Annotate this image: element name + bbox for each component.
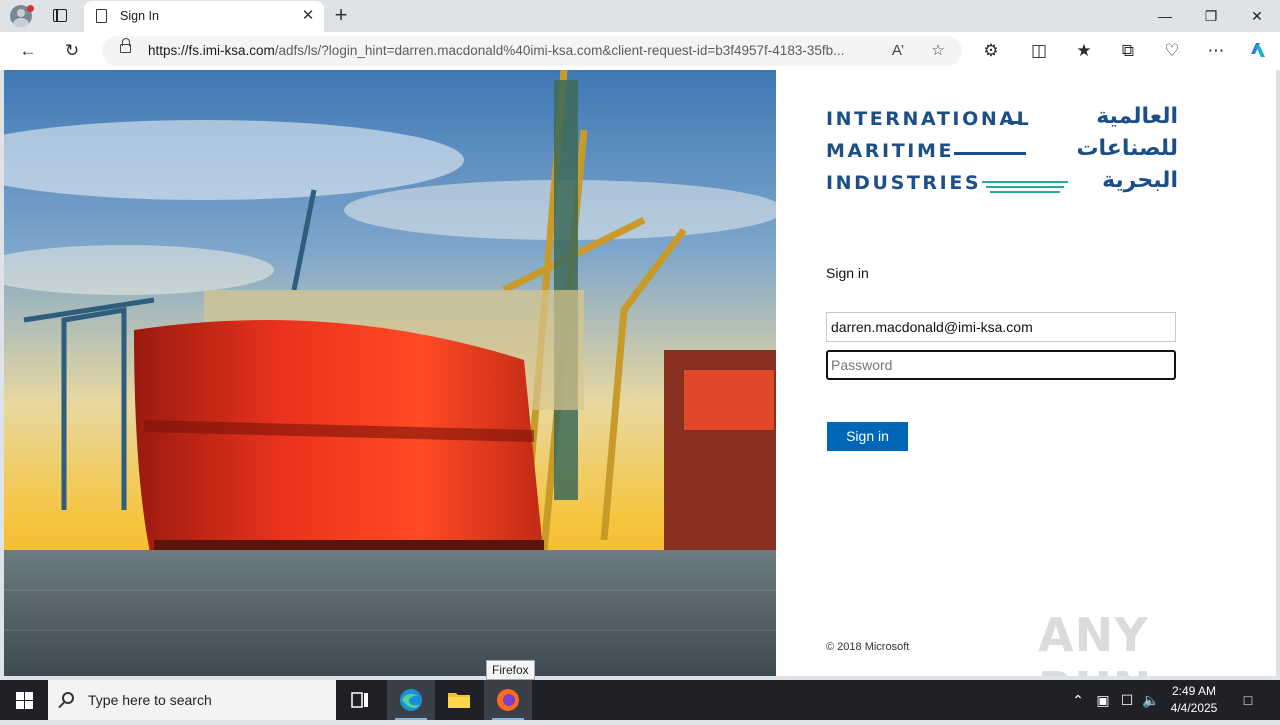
anyrun-watermark: ANY RUN	[1038, 608, 1151, 676]
logo-wave-mark	[990, 191, 1060, 193]
tray-device-icon[interactable]: ▣	[1093, 690, 1113, 710]
network-icon[interactable]: ☐	[1117, 690, 1137, 710]
file-explorer-icon[interactable]	[435, 680, 483, 720]
start-button-icon[interactable]	[0, 680, 48, 720]
close-tab-icon[interactable]: ✕	[298, 6, 318, 26]
edge-taskbar-icon[interactable]	[387, 680, 435, 720]
search-placeholder: Type here to search	[88, 692, 212, 708]
imi-logo: INTERNATIONAL MARITIME INDUSTRIES العالم…	[826, 104, 1178, 196]
taskbar-search-box[interactable]: Type here to search	[48, 680, 336, 720]
logo-line-maritime: MARITIME	[826, 140, 955, 162]
url-host: https://fs.imi-ksa.com	[148, 43, 275, 58]
read-aloud-icon[interactable]: A’	[887, 40, 909, 62]
copilot-icon[interactable]	[1245, 39, 1271, 63]
more-menu-icon[interactable]: ⋯	[1203, 39, 1229, 63]
sign-in-button[interactable]: Sign in	[827, 422, 908, 451]
extensions-icon[interactable]: ⚙	[978, 39, 1004, 63]
clock-date: 4/4/2025	[1170, 701, 1218, 715]
browser-titlebar: Sign In ✕ + — ❐ ✕	[0, 0, 1280, 32]
notification-dot	[27, 5, 34, 12]
minimize-button[interactable]: —	[1142, 0, 1188, 32]
logo-arabic-line-3: البحرية	[1102, 168, 1178, 193]
tray-chevron-icon[interactable]: ⌃	[1068, 690, 1088, 710]
logo-arabic-line-1: العالمية	[1096, 104, 1178, 129]
logo-line-industries: INDUSTRIES	[826, 172, 982, 194]
firefox-tooltip: Firefox	[486, 660, 535, 680]
sign-in-panel: INTERNATIONAL MARITIME INDUSTRIES العالم…	[776, 70, 1276, 676]
firefox-taskbar-icon[interactable]	[484, 680, 532, 720]
logo-wave-mark	[982, 181, 1068, 183]
split-screen-icon[interactable]: ◫	[1026, 39, 1052, 63]
browser-essentials-icon[interactable]: ♡	[1159, 39, 1185, 63]
clock-time: 2:49 AM	[1171, 684, 1217, 698]
url-path: /adfs/ls/?login_hint=darren.macdonald%40…	[274, 43, 845, 58]
restore-button[interactable]: ❐	[1188, 0, 1234, 32]
back-arrow-icon[interactable]: ←	[15, 39, 41, 63]
collections-icon[interactable]: ⧉	[1115, 39, 1141, 63]
url-text[interactable]: https://fs.imi-ksa.com/adfs/ls/?login_hi…	[148, 43, 882, 58]
taskbar-clock[interactable]: 2:49 AM 4/4/2025	[1164, 683, 1224, 717]
lock-icon[interactable]	[120, 38, 131, 53]
sign-in-page: INTERNATIONAL MARITIME INDUSTRIES العالم…	[4, 70, 1276, 676]
password-field[interactable]: Password	[826, 350, 1176, 380]
address-bar[interactable]: https://fs.imi-ksa.com/adfs/ls/?login_hi…	[102, 36, 962, 66]
sign-in-heading: Sign in	[826, 265, 869, 281]
hero-shipyard-image	[4, 70, 776, 676]
logo-dash	[954, 152, 1026, 155]
close-window-button[interactable]: ✕	[1234, 0, 1280, 32]
volume-icon[interactable]: 🔈	[1141, 690, 1161, 710]
password-placeholder: Password	[831, 357, 893, 373]
favorites-icon[interactable]: ★	[1071, 39, 1097, 63]
logo-arabic-line-2: للصناعات	[1076, 136, 1178, 161]
logo-line-international: INTERNATIONAL	[826, 108, 1032, 130]
refresh-icon[interactable]: ↻	[59, 39, 85, 63]
email-field[interactable]: darren.macdonald@imi-ksa.com	[826, 312, 1176, 342]
browser-toolbar: ← ↻ https://fs.imi-ksa.com/adfs/ls/?logi…	[0, 32, 1280, 70]
new-tab-button[interactable]: +	[330, 4, 352, 27]
notifications-icon[interactable]: □	[1238, 690, 1258, 710]
logo-dash	[1008, 121, 1022, 124]
search-icon	[62, 692, 74, 704]
tab-title: Sign In	[120, 9, 159, 23]
favorite-star-icon[interactable]: ☆	[927, 40, 949, 62]
tab-sign-in[interactable]: Sign In ✕	[84, 1, 324, 32]
logo-wave-mark	[986, 186, 1064, 188]
windows-taskbar: Type here to search ⌃ ▣ ☐ 🔈 2:49 AM 4/4/…	[0, 680, 1280, 720]
tab-actions-icon[interactable]	[46, 6, 74, 26]
copyright-text: © 2018 Microsoft	[826, 641, 910, 653]
task-view-icon[interactable]	[336, 680, 384, 720]
page-icon	[96, 9, 107, 23]
